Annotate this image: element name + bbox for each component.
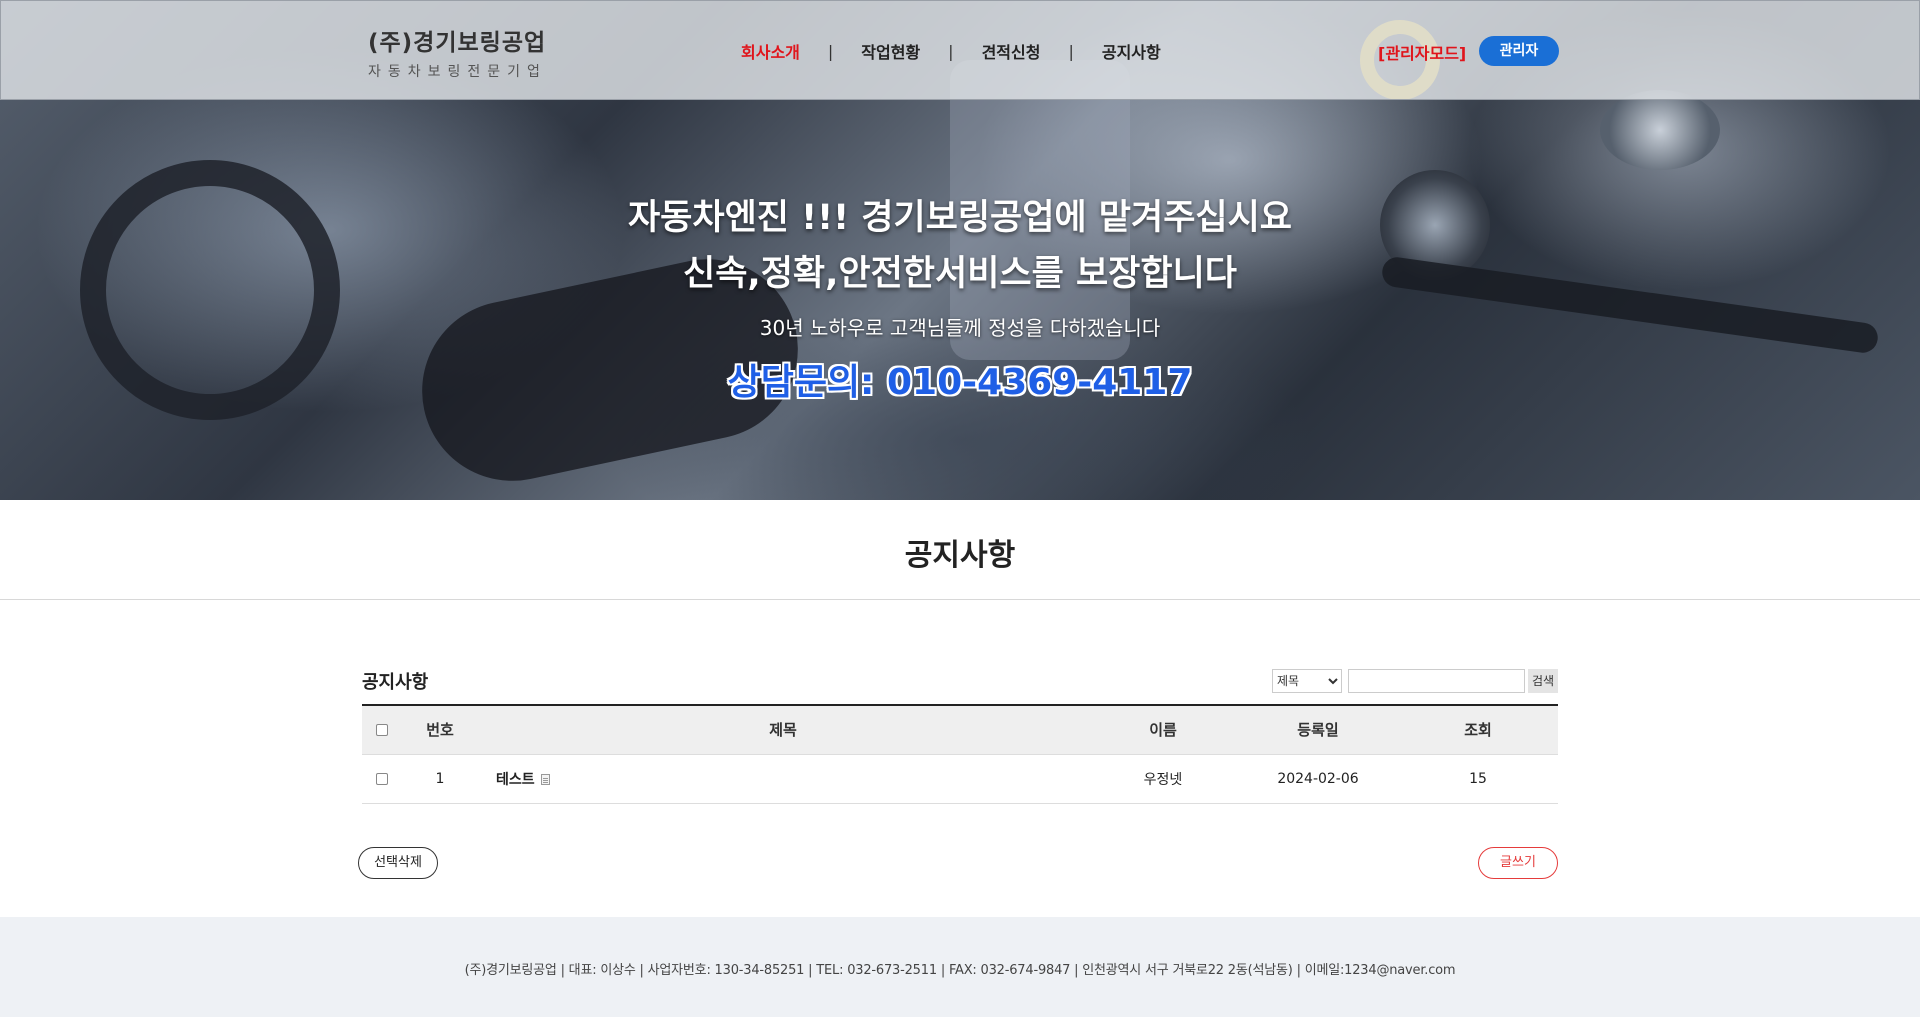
top-header: (주)경기보링공업 자동차보링전문기업 회사소개 | 작업현황 | 견적신청 |… xyxy=(0,0,1920,100)
nav-item-notice[interactable]: 공지사항 xyxy=(1102,39,1161,63)
row-checkbox[interactable] xyxy=(376,772,388,785)
row-subject-cell: 테스트 xyxy=(478,754,1088,803)
select-all-checkbox[interactable] xyxy=(376,724,388,737)
row-views: 15 xyxy=(1469,770,1487,787)
table-header-row: 번호 제목 이름 등록일 조회 xyxy=(362,705,1558,754)
column-header-date: 등록일 xyxy=(1297,721,1339,740)
hero-text: 자동차엔진 !!! 경기보링공업에 맡겨주십시요 신속,정확,안전한서비스를 보… xyxy=(0,190,1920,405)
column-header-name: 이름 xyxy=(1149,721,1177,740)
search-field-select[interactable]: 제목 xyxy=(1272,669,1342,693)
notice-board: 공지사항 제목 검색 번호 제목 이름 등록일 조회 1 테스트 우정넷 202… xyxy=(362,668,1558,804)
search-button[interactable]: 검색 xyxy=(1528,669,1558,693)
delete-selected-button[interactable]: 선택삭제 xyxy=(358,847,438,879)
select-all-cell xyxy=(362,705,402,754)
table-row: 1 테스트 우정넷 2024-02-06 15 xyxy=(362,754,1558,803)
row-subject-link[interactable]: 테스트 xyxy=(496,772,535,788)
logo-sub-text: 자동차보링전문기업 xyxy=(368,64,547,80)
admin-button[interactable]: 관리자 xyxy=(1479,36,1559,66)
row-date: 2024-02-06 xyxy=(1277,770,1359,787)
row-select-cell xyxy=(362,754,402,803)
nav-item-estimate[interactable]: 견적신청 xyxy=(982,39,1041,63)
nav-separator: | xyxy=(827,41,834,61)
hero-subtext: 30년 노하우로 고객님들께 정성을 다하겠습니다 xyxy=(759,316,1161,340)
footer-company-info: (주)경기보링공업 | 대표: 이상수 | 사업자번호: 130-34-8525… xyxy=(464,963,1456,978)
nav-item-company[interactable]: 회사소개 xyxy=(741,39,800,63)
page-title: 공지사항 xyxy=(904,538,1016,573)
nav-separator: | xyxy=(948,41,954,61)
site-footer: (주)경기보링공업 | 대표: 이상수 | 사업자번호: 130-34-8525… xyxy=(0,917,1920,1017)
search-input[interactable] xyxy=(1348,669,1525,693)
write-post-button[interactable]: 글쓰기 xyxy=(1478,847,1558,879)
column-header-subject: 제목 xyxy=(769,721,797,740)
logo-main-text: (주)경기보링공업 xyxy=(368,30,547,56)
hero-contact-phone: 상담문의: 010-4369-4117 xyxy=(727,362,1193,403)
board-actions: 선택삭제 글쓰기 xyxy=(358,847,1558,879)
hero-banner: (주)경기보링공업 자동차보링전문기업 회사소개 | 작업현황 | 견적신청 |… xyxy=(0,0,1920,500)
nav-separator: | xyxy=(1068,41,1074,61)
main-nav: 회사소개 | 작업현황 | 견적신청 | 공지사항 xyxy=(741,39,1161,63)
row-number: 1 xyxy=(435,770,445,787)
column-header-no: 번호 xyxy=(426,721,454,740)
hero-headline-1: 자동차엔진 !!! 경기보링공업에 맡겨주십시요 xyxy=(627,198,1293,238)
hero-bg-shape xyxy=(1600,90,1720,170)
admin-mode-link[interactable]: [관리자모드] xyxy=(1378,40,1466,64)
board-header: 공지사항 제목 검색 xyxy=(362,668,1558,694)
site-logo[interactable]: (주)경기보링공업 자동차보링전문기업 xyxy=(368,23,547,81)
nav-item-work-status[interactable]: 작업현황 xyxy=(861,39,920,63)
column-header-views: 조회 xyxy=(1464,721,1492,740)
board-title: 공지사항 xyxy=(362,672,429,693)
hero-headline-2: 신속,정확,안전한서비스를 보장합니다 xyxy=(683,254,1237,294)
row-author: 우정넷 xyxy=(1143,771,1183,788)
notice-table: 번호 제목 이름 등록일 조회 1 테스트 우정넷 2024-02-06 15 xyxy=(362,704,1558,804)
attachment-icon xyxy=(540,774,550,785)
page-title-section: 공지사항 xyxy=(0,500,1920,600)
board-search: 제목 검색 xyxy=(1272,669,1558,693)
